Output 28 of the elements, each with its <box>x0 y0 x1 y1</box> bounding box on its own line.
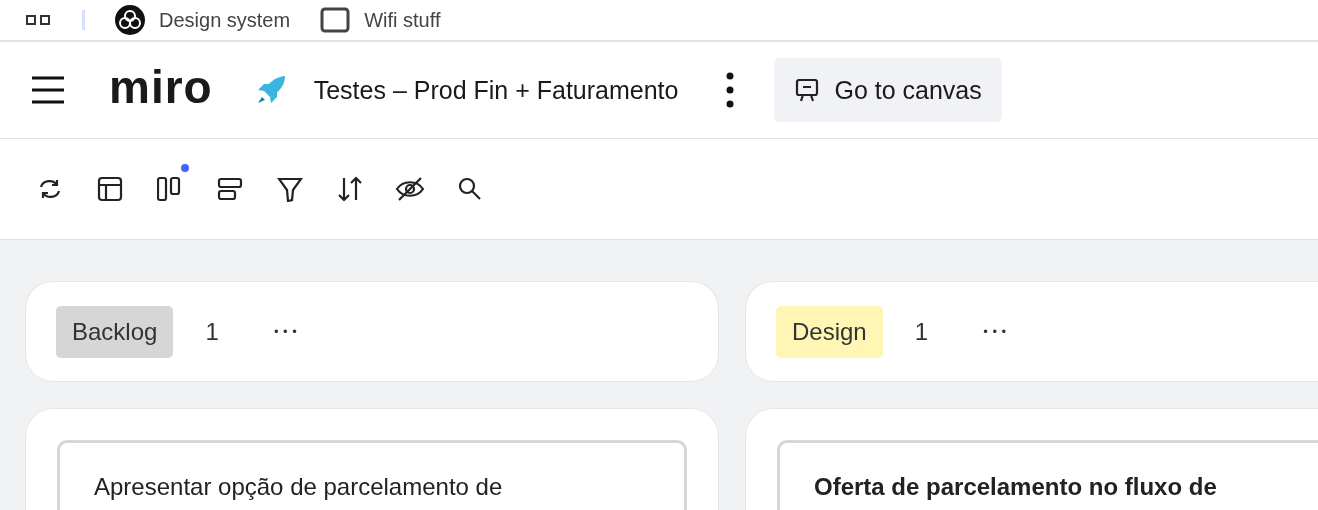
filter-icon[interactable] <box>277 176 303 202</box>
card-count: 1 <box>914 317 929 346</box>
card[interactable]: Apresentar opção de parcelamento de <box>57 440 687 510</box>
layout-icon[interactable] <box>97 176 123 202</box>
bookmark-label[interactable]: Design system <box>159 8 291 32</box>
logo-icon <box>115 5 145 35</box>
more-button[interactable]: ••• <box>272 324 300 339</box>
go-to-canvas-button[interactable]: Go to canvas <box>774 58 1002 122</box>
columns-icon[interactable] <box>157 176 183 202</box>
card-title: Apresentar opção de parcelamento de <box>94 473 503 500</box>
card-title: Oferta de parcelamento no fluxo de <box>814 473 1217 500</box>
apps-icon[interactable] <box>26 15 52 25</box>
column-tag[interactable]: Backlog <box>56 305 174 358</box>
search-icon[interactable] <box>457 176 483 202</box>
more-icon[interactable] <box>726 72 735 108</box>
menu-icon[interactable] <box>31 75 65 105</box>
folder-icon <box>320 7 351 33</box>
bookmark-label[interactable]: Wifi stuff <box>364 8 441 32</box>
card[interactable]: Oferta de parcelamento no fluxo de <box>777 440 1318 510</box>
logo[interactable]: miro <box>109 60 213 114</box>
column-tag[interactable]: Design <box>776 305 883 358</box>
presentation-icon <box>794 77 821 103</box>
eye-off-icon[interactable] <box>395 176 425 202</box>
card-count: 1 <box>205 317 219 346</box>
rows-icon[interactable] <box>217 176 243 202</box>
sort-icon[interactable] <box>337 176 363 202</box>
board-title[interactable]: Testes – Prod Fin + Faturamento <box>313 75 679 105</box>
more-button[interactable]: ••• <box>982 324 1010 339</box>
